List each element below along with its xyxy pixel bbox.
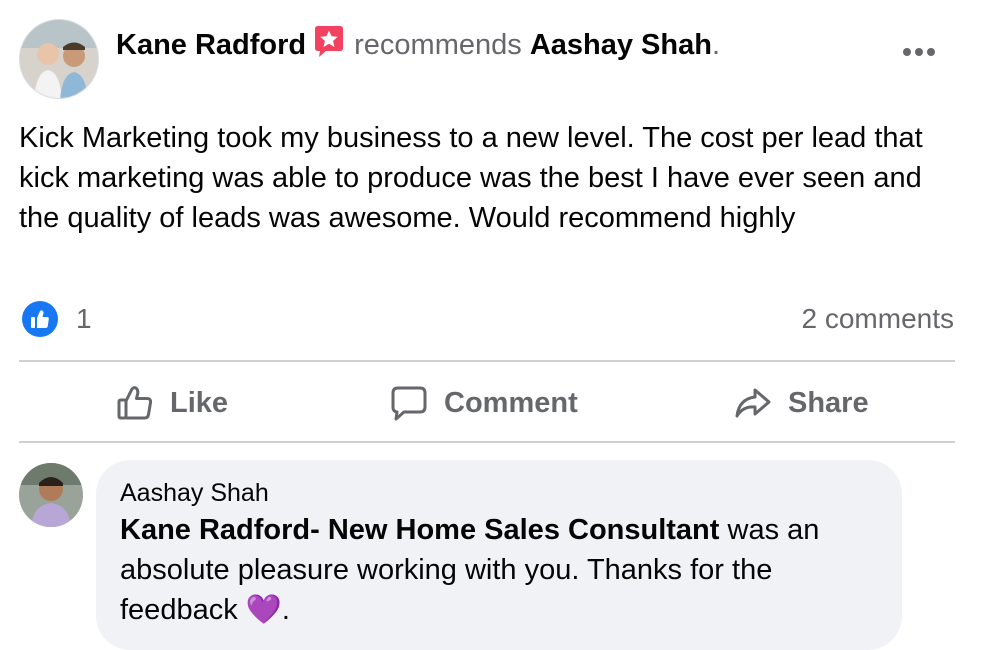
comment-mention-link[interactable]: Kane Radford- New Home Sales Consultant [120,514,719,546]
avatar-photo-icon [19,463,83,527]
comment-period: . [281,594,290,626]
recommendation-star-badge-icon [312,24,346,58]
recommended-page-name[interactable]: Aashay Shah [530,29,712,61]
post-author-avatar[interactable] [19,19,99,99]
share-button-label: Share [788,386,869,419]
comment-author-name[interactable]: Aashay Shah [120,478,269,508]
purple-heart-icon: 💜 [245,594,282,626]
post-header: Kane Radford recommends Aashay Shah. [116,24,720,63]
divider-bottom [19,441,955,443]
like-reaction-icon [22,301,58,337]
comment-button[interactable]: Comment [390,380,578,426]
commenter-avatar[interactable] [19,463,83,527]
like-count: 1 [76,303,92,334]
more-options-button[interactable] [900,42,940,62]
header-period: . [711,29,721,61]
reactions-summary[interactable]: 1 [22,301,92,337]
comment-body: Kane Radford- New Home Sales Consultant … [120,510,880,630]
comment-button-label: Comment [444,386,578,419]
thumbs-up-icon [117,386,153,420]
post-author-name[interactable]: Kane Radford [116,29,306,61]
comments-count-link[interactable]: 2 comments [802,301,955,337]
like-button[interactable]: Like [116,380,228,426]
like-button-label: Like [170,386,229,419]
recommends-verb: recommends [354,29,522,61]
post-body-text: Kick Marketing took my business to a new… [19,122,923,234]
comment-bubble-icon [391,386,427,421]
share-arrow-icon [735,388,771,418]
avatar-photo-icon [20,20,98,98]
share-button[interactable]: Share [734,380,869,426]
more-options-icon [903,48,935,56]
divider-top [19,360,955,362]
